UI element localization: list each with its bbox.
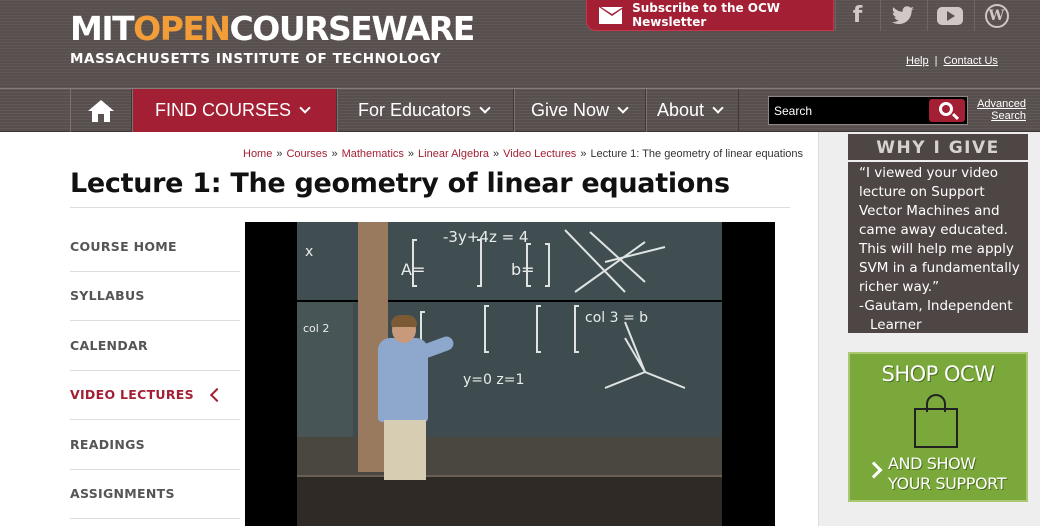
chevron-right-icon	[865, 461, 883, 479]
sidebar-item-label: ASSIGNMENTS	[70, 486, 175, 502]
help-link[interactable]: Help	[906, 55, 929, 67]
title-divider	[70, 207, 790, 208]
newsletter-subscribe-button[interactable]: Subscribe to the OCW Newsletter	[586, 0, 834, 31]
wordpress-icon[interactable]: W	[974, 0, 1018, 31]
site-header: MITOPENCOURSEWARE MASSACHUSETTS INSTITUT…	[0, 0, 1040, 88]
chevron-left-icon	[209, 387, 225, 402]
chalk-drawings	[412, 229, 686, 389]
chevron-down-icon	[479, 102, 491, 114]
envelope-icon	[599, 6, 626, 24]
shop-ocw-banner[interactable]: SHOP OCW AND SHOW YOUR SUPPORT	[848, 352, 1028, 502]
advanced-search-line2: Search	[991, 110, 1026, 122]
sidebar-item-readings[interactable]: READINGS	[70, 420, 240, 470]
sidebar-item-assignments[interactable]: ASSIGNMENTS	[70, 470, 240, 519]
nav-find-courses-label: FIND COURSES	[155, 100, 292, 120]
search-button[interactable]	[929, 99, 965, 122]
why-i-give-panel[interactable]: WHY I GIVE “I viewed your video lecture …	[848, 134, 1028, 333]
search-input[interactable]	[769, 97, 929, 124]
nav-about-label: About	[657, 100, 705, 120]
chevron-down-icon	[617, 102, 629, 114]
shop-subtitle-line1: AND SHOW	[888, 454, 976, 473]
logo-subtitle: MASSACHUSETTS INSTITUTE OF TECHNOLOGY	[70, 51, 442, 67]
search-box	[768, 96, 968, 125]
sidebar-item-course-home[interactable]: COURSE HOME	[70, 222, 240, 272]
shop-ocw-title: SHOP OCW	[881, 362, 995, 386]
why-i-give-title: WHY I GIVE	[876, 138, 1000, 158]
top-links: Help | Contact Us	[906, 55, 998, 67]
contact-us-link[interactable]: Contact Us	[943, 55, 997, 67]
twitter-icon[interactable]	[880, 0, 924, 31]
sidebar-item-calendar[interactable]: CALENDAR	[70, 321, 240, 371]
lecturer-hair	[391, 315, 417, 327]
home-icon	[88, 99, 114, 122]
breadcrumb-video-lectures[interactable]: Video Lectures	[503, 148, 576, 160]
sidebar-item-label: COURSE HOME	[70, 238, 177, 254]
nav-give-now-label: Give Now	[531, 100, 610, 120]
breadcrumb-current: Lecture 1: The geometry of linear equati…	[590, 148, 804, 160]
facebook-icon[interactable]: f	[835, 0, 879, 31]
nav-find-courses[interactable]: FIND COURSES	[132, 89, 337, 132]
sidebar-item-label: CALENDAR	[70, 337, 148, 353]
youtube-icon[interactable]	[927, 0, 971, 31]
breadcrumb-courses[interactable]: Courses	[286, 148, 327, 160]
logo-open: OPEN	[133, 9, 231, 48]
sidebar-item-label: VIDEO LECTURES	[70, 387, 194, 403]
breadcrumb-linear-algebra[interactable]: Linear Algebra	[418, 148, 489, 160]
logo-courseware: COURSEWARE	[229, 9, 476, 48]
advanced-search-link[interactable]: Advanced Search	[972, 98, 1026, 122]
chevron-down-icon	[712, 102, 724, 114]
nav-for-educators-label: For Educators	[358, 100, 472, 120]
testimonial-author-line2: Learner	[870, 317, 922, 333]
shop-ocw-subtitle: AND SHOW YOUR SUPPORT	[888, 454, 1018, 494]
breadcrumb-home[interactable]: Home	[243, 148, 272, 160]
shopping-bag-icon	[914, 408, 958, 448]
testimonial-quote: “I viewed your video lecture on Support …	[859, 165, 1020, 295]
nav-for-educators[interactable]: For Educators	[337, 89, 514, 132]
link-separator: |	[934, 55, 938, 67]
shop-subtitle-line2: YOUR SUPPORT	[888, 474, 1007, 493]
newsletter-label: Subscribe to the OCW Newsletter	[632, 1, 781, 29]
sidebar-item-label: SYLLABUS	[70, 288, 145, 304]
advanced-search-line1: Advanced	[977, 98, 1026, 110]
page-title: Lecture 1: The geometry of linear equati…	[70, 168, 730, 199]
search-icon	[938, 102, 953, 116]
nav-give-now[interactable]: Give Now	[514, 89, 646, 132]
nav-home-button[interactable]	[70, 89, 132, 132]
sidebar-item-syllabus[interactable]: SYLLABUS	[70, 272, 240, 321]
testimonial-author-line1: -Gautam, Independent	[859, 298, 1013, 314]
lecturer-pants	[384, 420, 426, 480]
site-logo[interactable]: MITOPENCOURSEWARE	[70, 9, 476, 48]
why-i-give-divider	[848, 160, 1028, 162]
video-player[interactable]: -3y+4z = 4 A= b= x y=0 z=1 col 2 col 3 =…	[245, 222, 775, 526]
chevron-down-icon	[299, 102, 311, 114]
logo-mit: MIT	[70, 9, 135, 48]
breadcrumb: Home» Courses» Mathematics» Linear Algebra»…	[243, 148, 804, 160]
sidebar-item-video-lectures[interactable]: VIDEO LECTURES	[70, 371, 240, 420]
course-sidebar: COURSE HOME SYLLABUS CALENDAR VIDEO LECT…	[70, 222, 240, 519]
sidebar-item-label: READINGS	[70, 436, 145, 452]
breadcrumb-mathematics[interactable]: Mathematics	[342, 148, 404, 160]
testimonial-author: -Gautam, Independent Learner	[859, 297, 1025, 335]
nav-about[interactable]: About	[646, 89, 739, 132]
